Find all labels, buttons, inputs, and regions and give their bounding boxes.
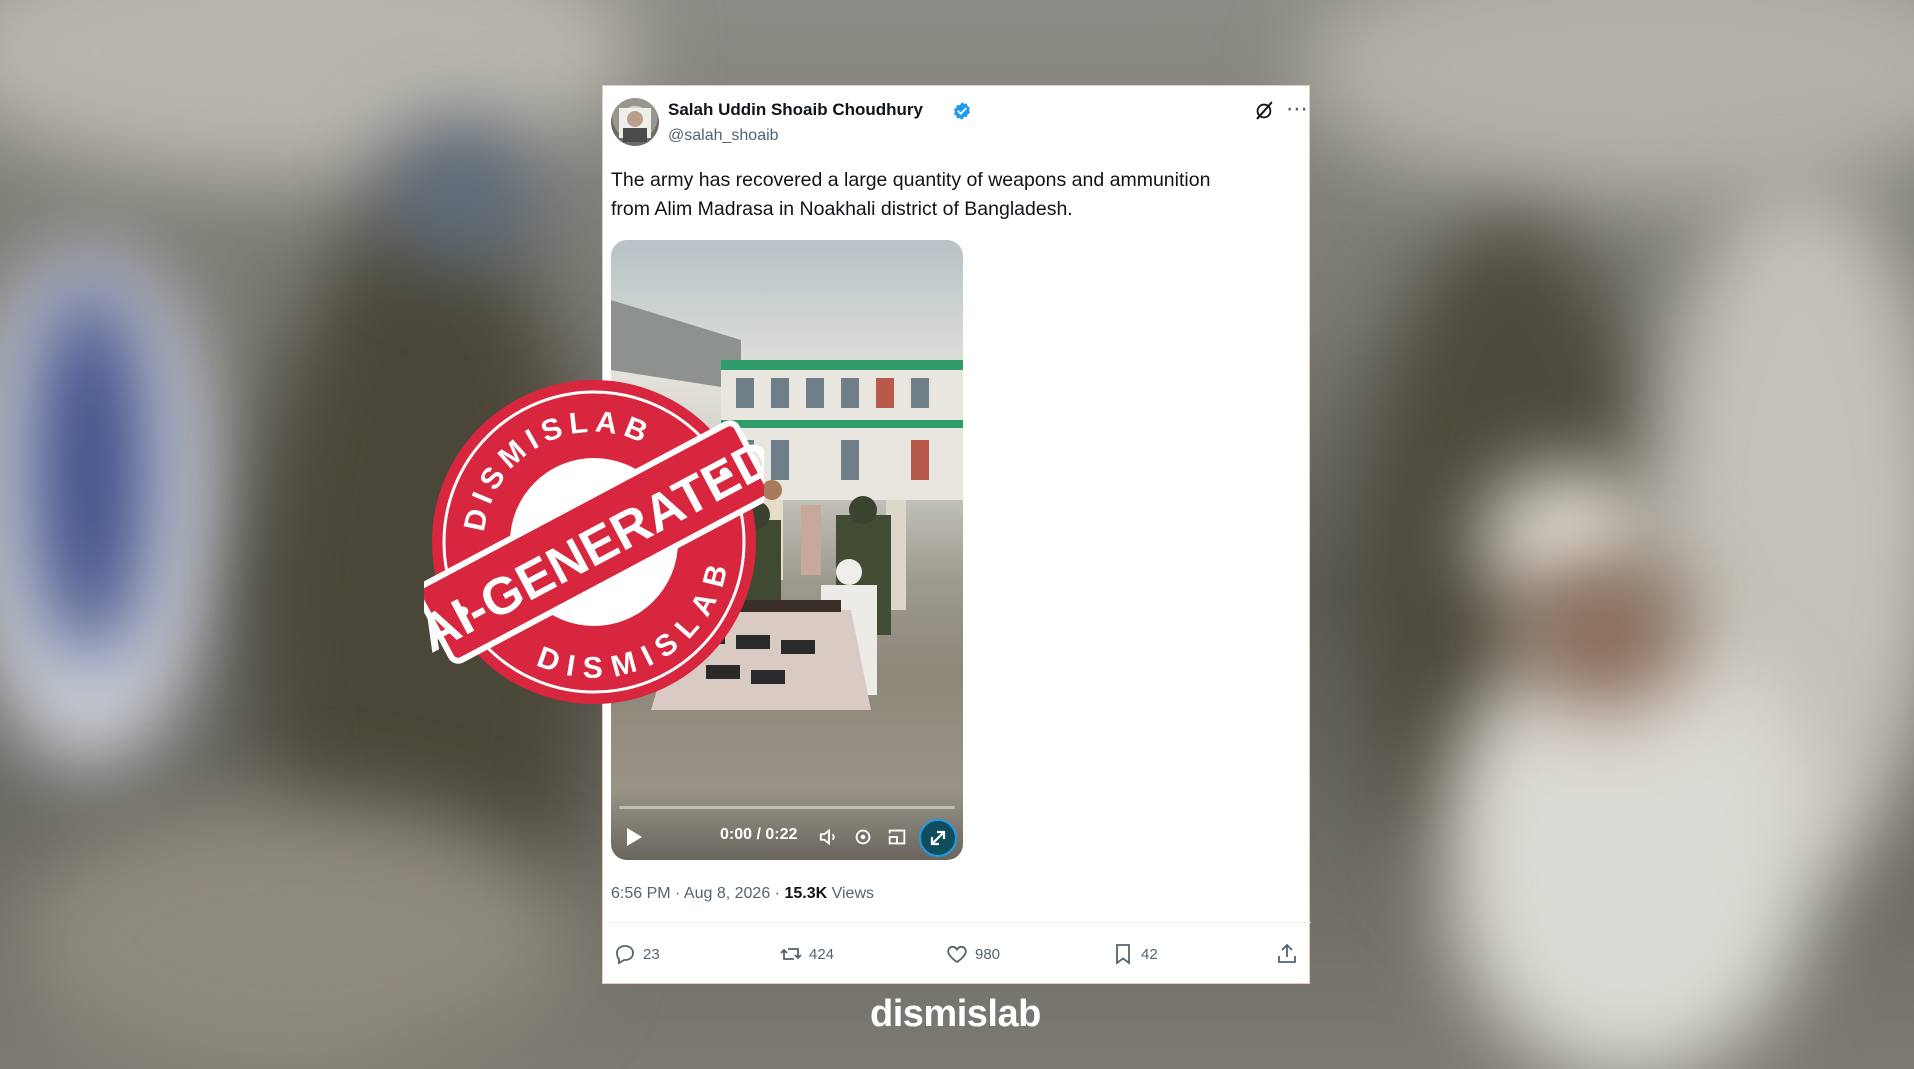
- share-button[interactable]: [1275, 942, 1305, 966]
- avatar[interactable]: [611, 98, 659, 146]
- like-button[interactable]: 980: [945, 942, 1000, 966]
- bookmark-button[interactable]: 42: [1111, 942, 1158, 966]
- settings-icon[interactable]: [852, 826, 874, 848]
- video-time: 0:00 / 0:22: [720, 826, 798, 843]
- volume-icon[interactable]: [818, 826, 840, 848]
- repost-count: 424: [809, 945, 835, 963]
- divider: [603, 922, 1311, 923]
- ai-generated-stamp: DISMISLAB DISMISLAB AI-GENERATED: [424, 372, 764, 712]
- tweet-text: The army has recovered a large quantity …: [611, 166, 1291, 224]
- brand-logo: dismislab: [870, 993, 1041, 1035]
- grok-icon[interactable]: [1253, 100, 1275, 122]
- avatar-photo: [619, 108, 651, 142]
- reply-count: 23: [643, 945, 660, 963]
- more-icon[interactable]: ⋯: [1286, 96, 1309, 122]
- author-handle[interactable]: @salah_shoaib: [668, 127, 779, 145]
- tweet-timestamp[interactable]: 6:56 PM · Aug 8, 2026 ·: [611, 885, 780, 902]
- repost-icon: [780, 948, 802, 960]
- tweet-text-line-1: The army has recovered a large quantity …: [611, 169, 1211, 191]
- like-icon: [947, 945, 967, 964]
- tweet-meta: 6:56 PM · Aug 8, 2026 · 15.3K Views: [611, 885, 874, 903]
- views-label: Views: [831, 885, 874, 902]
- verified-badge-icon: [954, 102, 970, 120]
- video-controls: 0:00 / 0:22: [611, 788, 963, 860]
- reply-icon: [616, 945, 634, 965]
- bookmark-icon: [1116, 944, 1130, 965]
- like-count: 980: [975, 945, 1001, 963]
- tweet-text-line-2: from Alim Madrasa in Noakhali district o…: [611, 198, 1073, 220]
- views-count: 15.3K: [784, 885, 828, 902]
- bookmark-count: 42: [1141, 945, 1158, 963]
- pip-icon[interactable]: [886, 826, 908, 848]
- expand-button[interactable]: [919, 819, 957, 857]
- share-icon: [1278, 943, 1296, 963]
- author-name[interactable]: Salah Uddin Shoaib Choudhury: [668, 100, 923, 120]
- video-progress-bar[interactable]: [619, 806, 955, 809]
- play-icon[interactable]: [625, 827, 643, 847]
- expand-icon: [930, 830, 946, 846]
- reply-button[interactable]: 23: [613, 942, 660, 966]
- repost-button[interactable]: 424: [779, 942, 834, 966]
